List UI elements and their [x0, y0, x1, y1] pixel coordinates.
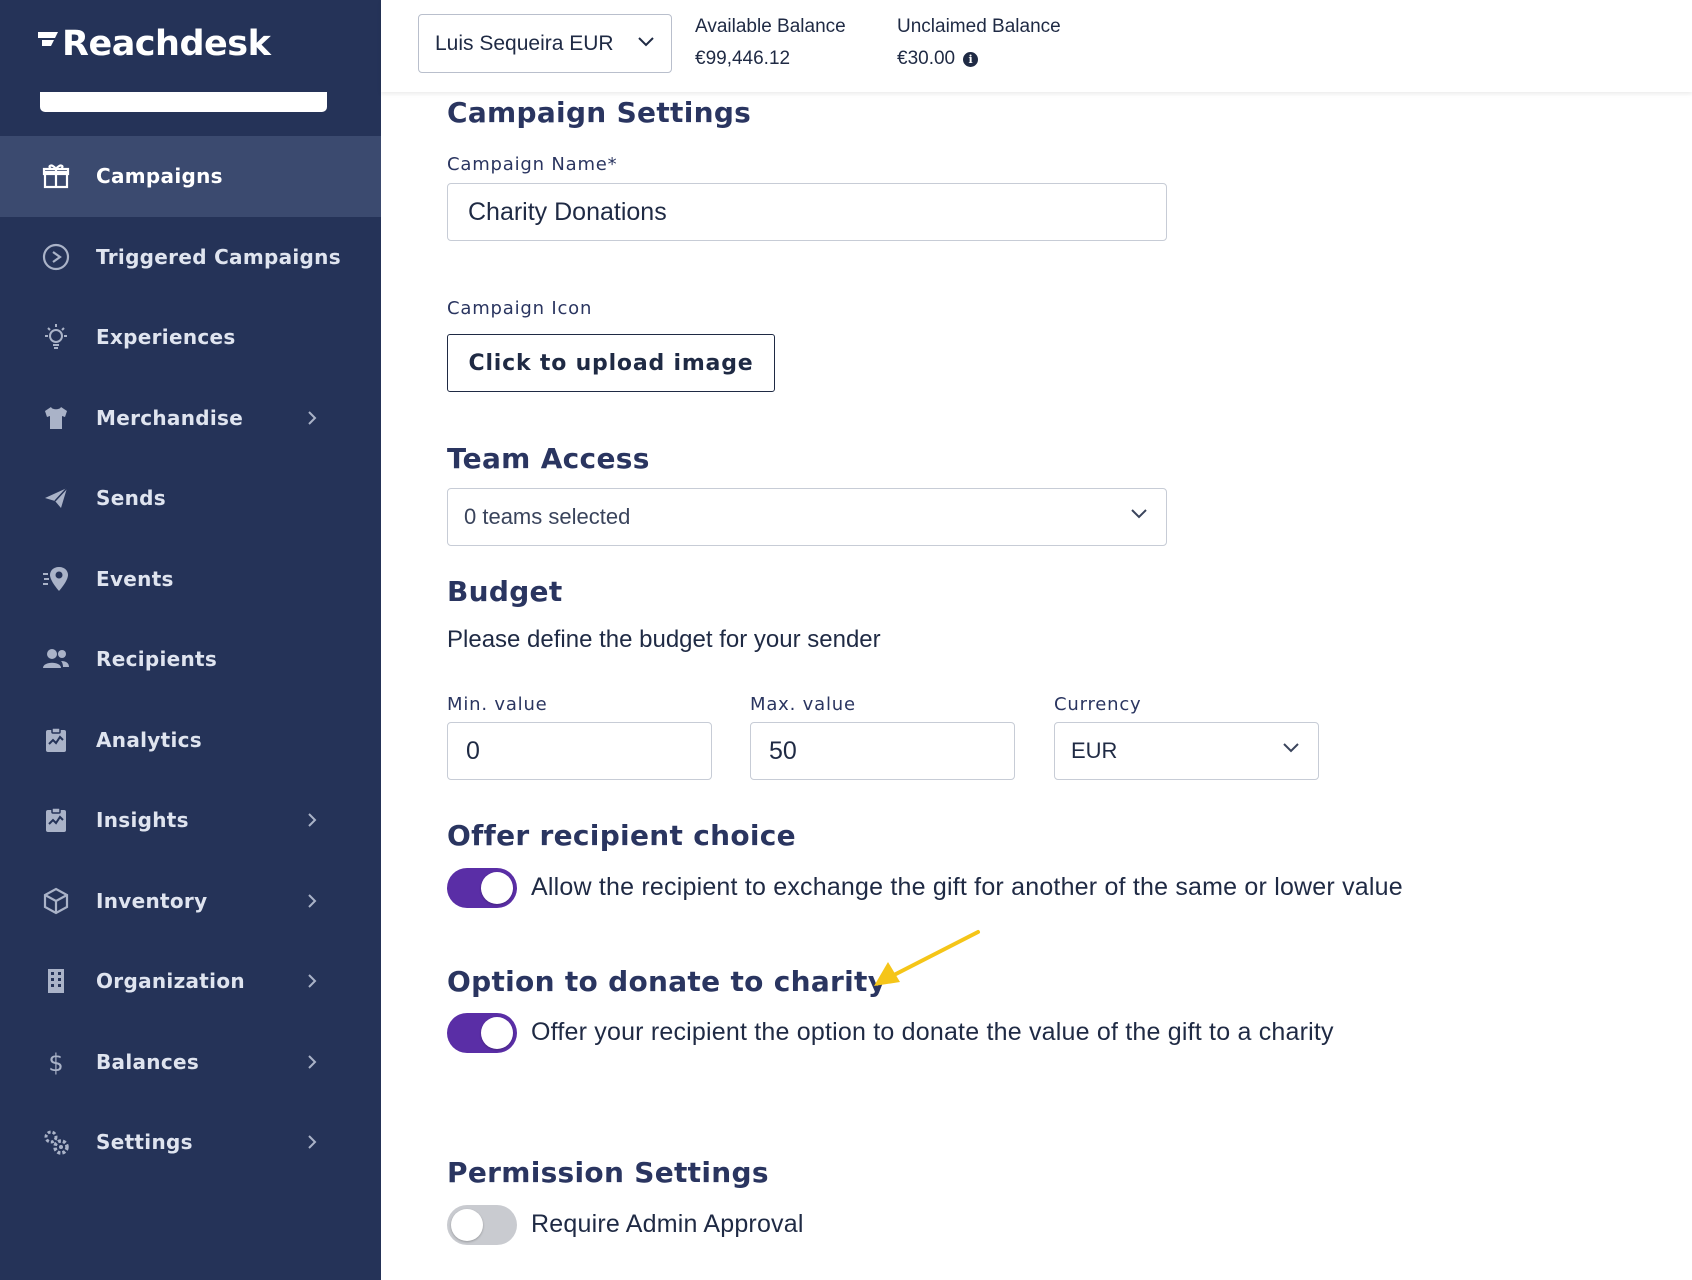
gears-icon — [40, 1126, 72, 1158]
recipient-choice-text: Allow the recipient to exchange the gift… — [531, 873, 1403, 901]
chevron-down-icon — [1131, 509, 1147, 519]
campaign-name-value: Charity Donations — [468, 197, 667, 226]
chevron-right-icon — [308, 1135, 317, 1149]
team-access-select[interactable]: 0 teams selected — [447, 488, 1167, 546]
sidebar-item-sends[interactable]: Sends — [0, 458, 381, 539]
building-icon — [40, 965, 72, 997]
donate-charity-toggle[interactable] — [447, 1013, 517, 1053]
sidebar-item-merchandise[interactable]: Merchandise — [0, 378, 381, 459]
clipboard-chart-icon — [40, 724, 72, 756]
sidebar-item-label: Organization — [96, 969, 245, 994]
sidebar-item-label: Insights — [96, 808, 189, 833]
currency-select[interactable]: EUR — [1054, 722, 1319, 780]
sidebar-item-recipients[interactable]: Recipients — [0, 619, 381, 700]
section-title-budget: Budget — [447, 575, 563, 608]
unclaimed-balance-value: €30.00 — [897, 48, 956, 69]
account-select-value: Luis Sequeira EUR — [435, 31, 614, 55]
toggle-knob — [481, 872, 513, 904]
sidebar-item-label: Settings — [96, 1130, 193, 1155]
donate-charity-text: Offer your recipient the option to donat… — [531, 1018, 1334, 1046]
campaign-name-label: Campaign Name* — [447, 154, 618, 175]
sidebar-item-insights[interactable]: Insights — [0, 780, 381, 861]
chevron-right-icon — [308, 411, 317, 425]
sidebar-item-triggered-campaigns[interactable]: Triggered Campaigns — [0, 217, 381, 298]
upload-image-button[interactable]: Click to upload image — [447, 334, 775, 392]
unclaimed-balance: Unclaimed Balance €30.00 i — [897, 16, 1061, 70]
sidebar-item-organization[interactable]: Organization — [0, 941, 381, 1022]
section-title-permission-settings: Permission Settings — [447, 1156, 769, 1189]
campaign-settings-form: Campaign Settings Campaign Name* Charity… — [447, 0, 1647, 1280]
min-value-value: 0 — [466, 736, 480, 765]
section-title-donate-charity: Option to donate to charity — [447, 965, 887, 998]
section-title-team-access: Team Access — [447, 442, 650, 475]
sidebar-item-label: Campaigns — [96, 164, 223, 189]
chevron-down-icon — [638, 37, 654, 47]
users-icon — [40, 643, 72, 675]
toggle-knob — [481, 1017, 513, 1049]
sidebar-search[interactable] — [40, 92, 327, 112]
team-access-value: 0 teams selected — [464, 504, 631, 529]
admin-approval-toggle[interactable] — [447, 1205, 517, 1245]
sidebar-item-label: Experiences — [96, 325, 236, 350]
recipient-choice-toggle[interactable] — [447, 868, 517, 908]
sidebar-item-settings[interactable]: Settings — [0, 1102, 381, 1183]
available-balance-value: €99,446.12 — [695, 48, 791, 69]
campaign-icon-label: Campaign Icon — [447, 298, 593, 319]
lightbulb-icon — [40, 321, 72, 353]
available-balance-label: Available Balance — [695, 16, 846, 37]
min-value-input[interactable]: 0 — [447, 722, 712, 780]
sidebar-item-label: Recipients — [96, 647, 218, 672]
account-select[interactable]: Luis Sequeira EUR — [418, 14, 672, 73]
max-value-input[interactable]: 50 — [750, 722, 1015, 780]
section-title-campaign-settings: Campaign Settings — [447, 96, 752, 129]
currency-value: EUR — [1071, 738, 1118, 763]
campaign-name-input[interactable]: Charity Donations — [447, 183, 1167, 241]
available-balance: Available Balance €99,446.12 — [695, 16, 846, 70]
chevron-right-icon — [308, 974, 317, 988]
sidebar-item-analytics[interactable]: Analytics — [0, 700, 381, 781]
unclaimed-balance-label: Unclaimed Balance — [897, 16, 1061, 37]
admin-approval-text: Require Admin Approval — [531, 1210, 804, 1238]
dollar-icon: $ — [40, 1046, 72, 1078]
toggle-knob — [451, 1209, 483, 1241]
sidebar-item-experiences[interactable]: Experiences — [0, 297, 381, 378]
sidebar-nav: Campaigns Triggered Campaigns Experience… — [0, 136, 381, 1183]
sidebar-item-label: Balances — [96, 1049, 200, 1074]
sidebar-item-balances[interactable]: $ Balances — [0, 1022, 381, 1103]
budget-description: Please define the budget for your sender — [447, 626, 881, 653]
currency-label: Currency — [1054, 694, 1142, 715]
chevron-right-icon — [308, 894, 317, 908]
paper-plane-icon — [40, 482, 72, 514]
box-icon — [40, 885, 72, 917]
sidebar: Reachdesk Campaigns Triggered Campaigns … — [0, 0, 381, 1280]
sidebar-item-events[interactable]: Events — [0, 539, 381, 620]
reachdesk-logo[interactable]: Reachdesk — [36, 22, 271, 66]
gift-icon — [40, 160, 72, 192]
chevron-down-icon — [1283, 743, 1299, 753]
brand-name: Reachdesk — [62, 24, 271, 64]
sidebar-item-label: Sends — [96, 486, 166, 511]
clipboard-chart-icon — [40, 804, 72, 836]
max-value-label: Max. value — [750, 694, 856, 715]
highlight-arrow-icon — [874, 930, 980, 986]
play-circle-icon — [40, 241, 72, 273]
info-icon[interactable]: i — [963, 51, 979, 67]
tshirt-icon — [40, 402, 72, 434]
min-value-label: Min. value — [447, 694, 548, 715]
sidebar-item-label: Inventory — [96, 888, 208, 913]
chevron-right-icon — [308, 813, 317, 827]
max-value-value: 50 — [769, 736, 797, 765]
chevron-right-icon — [308, 1055, 317, 1069]
map-pin-icon — [40, 563, 72, 595]
section-title-recipient-choice: Offer recipient choice — [447, 819, 796, 852]
sidebar-item-label: Merchandise — [96, 405, 244, 430]
sidebar-item-campaigns[interactable]: Campaigns — [0, 136, 381, 217]
sidebar-item-inventory[interactable]: Inventory — [0, 861, 381, 942]
top-bar: Luis Sequeira EUR Available Balance €99,… — [381, 0, 1692, 92]
sidebar-item-label: Triggered Campaigns — [96, 244, 341, 269]
sidebar-item-label: Events — [96, 566, 174, 591]
svg-text:$: $ — [48, 1049, 63, 1077]
sidebar-item-label: Analytics — [96, 727, 202, 752]
